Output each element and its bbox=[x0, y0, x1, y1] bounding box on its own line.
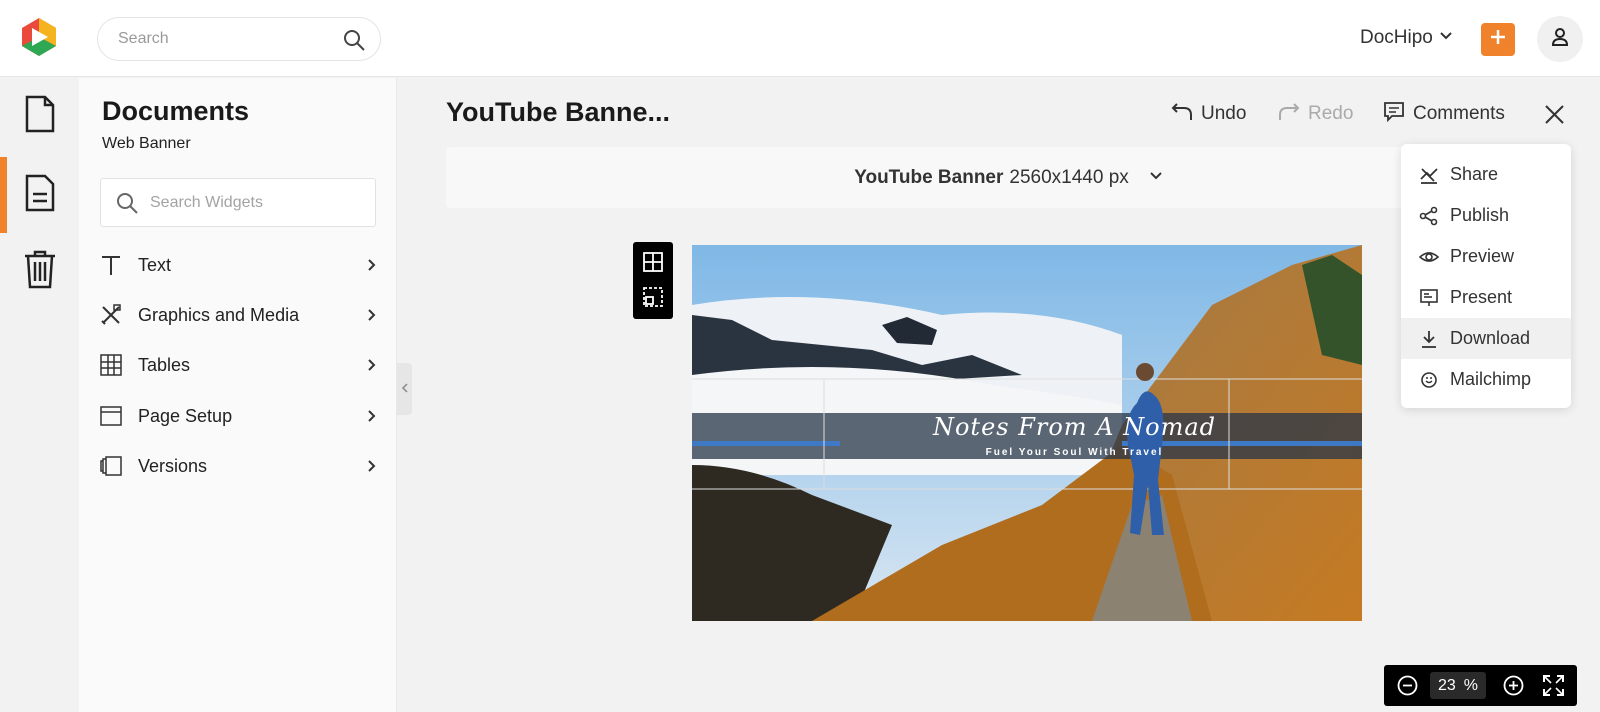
panel-collapse-toggle[interactable] bbox=[397, 363, 412, 415]
redo-label: Redo bbox=[1308, 103, 1354, 124]
share-icon bbox=[1418, 164, 1440, 186]
publish-icon bbox=[1418, 205, 1440, 227]
menu-item-label: Versions bbox=[138, 455, 208, 476]
zoom-in-icon[interactable] bbox=[1502, 674, 1525, 697]
workspace-name: DocHipo bbox=[1360, 27, 1433, 48]
share-menu: Share Publish Preview Present Download M… bbox=[1401, 144, 1571, 408]
table-icon bbox=[99, 353, 123, 377]
rail-item-documents[interactable] bbox=[0, 157, 79, 233]
menu-preview-label: Preview bbox=[1450, 246, 1515, 266]
user-avatar[interactable] bbox=[1537, 16, 1583, 62]
banner-canvas[interactable]: Notes From A Nomad Fuel Your Soul With T… bbox=[692, 245, 1362, 621]
select-area-icon[interactable] bbox=[642, 286, 664, 308]
document-title[interactable]: YouTube Banne... bbox=[446, 97, 670, 128]
download-icon bbox=[1418, 328, 1440, 350]
search-icon bbox=[115, 191, 139, 215]
undo-icon bbox=[1171, 100, 1193, 128]
menu-mailchimp-label: Mailchimp bbox=[1450, 369, 1532, 389]
comment-icon bbox=[1383, 100, 1405, 128]
menu-preview[interactable]: Preview bbox=[1401, 236, 1571, 277]
global-search[interactable] bbox=[97, 17, 381, 61]
document-icon bbox=[23, 95, 57, 138]
fullscreen-icon[interactable] bbox=[1542, 674, 1565, 697]
canvas-toolbar bbox=[633, 242, 673, 319]
zoom-value: 23 bbox=[1437, 676, 1456, 694]
zoom-controls: 23 % bbox=[1384, 665, 1577, 706]
zoom-unit: % bbox=[1463, 676, 1479, 694]
present-icon bbox=[1418, 287, 1440, 309]
panel-subtitle: Web Banner bbox=[102, 135, 191, 152]
menu-item-label: Text bbox=[138, 254, 172, 275]
size-name: YouTube Banner bbox=[854, 166, 1004, 188]
menu-item-graphics-media[interactable]: Graphics and Media bbox=[99, 297, 379, 333]
menu-present[interactable]: Present bbox=[1401, 277, 1571, 318]
chevron-right-icon bbox=[365, 459, 379, 473]
menu-share-label: Share bbox=[1450, 164, 1499, 184]
graphics-icon bbox=[99, 303, 123, 327]
chevron-right-icon bbox=[365, 258, 379, 272]
menu-download[interactable]: Download bbox=[1401, 318, 1571, 359]
user-icon bbox=[1550, 27, 1570, 52]
menu-share[interactable]: Share bbox=[1401, 154, 1571, 195]
banner-title[interactable]: Notes From A Nomad bbox=[802, 413, 1347, 441]
menu-item-label: Graphics and Media bbox=[138, 304, 300, 325]
page-setup-icon bbox=[99, 404, 123, 428]
chevron-right-icon bbox=[365, 358, 379, 372]
redo-icon bbox=[1278, 100, 1300, 128]
eye-icon bbox=[1418, 246, 1440, 268]
widget-search[interactable] bbox=[100, 178, 376, 227]
undo-button[interactable]: Undo bbox=[1171, 100, 1246, 128]
create-button[interactable] bbox=[1481, 23, 1515, 56]
menu-item-page-setup[interactable]: Page Setup bbox=[99, 398, 379, 434]
grid-icon[interactable] bbox=[642, 251, 664, 273]
workspace-switcher[interactable]: DocHipo bbox=[1360, 24, 1453, 52]
menu-item-label: Tables bbox=[138, 354, 191, 375]
top-bar: DocHipo bbox=[0, 0, 1600, 77]
menu-item-label: Page Setup bbox=[138, 405, 233, 426]
global-search-input[interactable] bbox=[118, 18, 328, 60]
trash-icon bbox=[23, 249, 57, 294]
banner-subtitle[interactable]: Fuel Your Soul With Travel bbox=[802, 447, 1347, 458]
close-icon[interactable] bbox=[1541, 101, 1568, 128]
menu-mailchimp[interactable]: Mailchimp bbox=[1401, 359, 1571, 400]
size-dims: 2560x1440 px bbox=[1009, 166, 1129, 188]
comments-label: Comments bbox=[1413, 103, 1505, 124]
search-icon[interactable] bbox=[342, 28, 366, 52]
mailchimp-icon bbox=[1418, 369, 1440, 391]
text-icon bbox=[99, 253, 123, 277]
widget-search-input[interactable] bbox=[150, 179, 365, 226]
documents-panel: Documents Web Banner Text Graphics and M… bbox=[79, 78, 397, 712]
panel-title: Documents bbox=[102, 96, 250, 126]
chevron-down-icon bbox=[1149, 167, 1163, 189]
versions-icon bbox=[99, 454, 123, 478]
menu-item-versions[interactable]: Versions bbox=[99, 448, 379, 484]
document-lines-icon bbox=[23, 174, 57, 217]
menu-publish-label: Publish bbox=[1450, 205, 1510, 225]
chevron-left-icon bbox=[401, 380, 409, 398]
menu-present-label: Present bbox=[1450, 287, 1513, 307]
plus-icon bbox=[1489, 28, 1507, 51]
rail-item-trash[interactable] bbox=[0, 233, 79, 309]
menu-download-label: Download bbox=[1450, 328, 1531, 348]
undo-label: Undo bbox=[1201, 103, 1247, 124]
zoom-out-icon[interactable] bbox=[1396, 674, 1419, 697]
chevron-right-icon bbox=[365, 308, 379, 322]
rail-item-new-document[interactable] bbox=[0, 78, 79, 154]
menu-publish[interactable]: Publish bbox=[1401, 195, 1571, 236]
menu-item-tables[interactable]: Tables bbox=[99, 347, 379, 383]
redo-button[interactable]: Redo bbox=[1278, 100, 1353, 128]
menu-item-text[interactable]: Text bbox=[99, 247, 379, 283]
chevron-down-icon bbox=[1439, 27, 1453, 49]
dochipo-logo-icon[interactable] bbox=[18, 16, 60, 58]
chevron-right-icon bbox=[365, 409, 379, 423]
comments-button[interactable]: Comments bbox=[1383, 100, 1505, 128]
left-rail bbox=[0, 78, 79, 712]
zoom-level[interactable]: 23 % bbox=[1430, 672, 1486, 699]
